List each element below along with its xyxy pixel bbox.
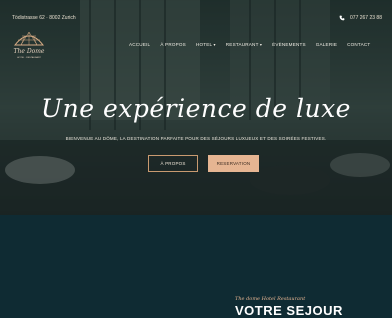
- phone-icon: [339, 15, 345, 21]
- nav-accueil[interactable]: ACCUEIL: [124, 42, 155, 47]
- nav-restaurant[interactable]: RESTAURANT: [221, 42, 267, 47]
- logo-subtitle: HOTEL · RESTAURANT: [17, 56, 41, 59]
- phone-link[interactable]: 077 267 23 88: [339, 15, 382, 21]
- dome-logo-icon: The Dome HOTEL · RESTAURANT: [14, 31, 45, 59]
- about-button[interactable]: À PROPOS: [148, 155, 198, 172]
- reservation-button[interactable]: RESERVATION: [208, 155, 259, 172]
- hero-subtitle: BIENVENUE AU DÔME, LA DESTINATION PARFAI…: [65, 136, 327, 141]
- nav-galerie[interactable]: GALERIE: [311, 42, 342, 47]
- logo[interactable]: The Dome HOTEL · RESTAURANT: [12, 29, 46, 61]
- section-tagline: The dome Hotel Restaurant: [235, 296, 306, 302]
- nav-contact[interactable]: CONTACT: [342, 42, 375, 47]
- nav-hotel[interactable]: HOTEL: [191, 42, 221, 47]
- top-bar: Tödistrasse 62 · 8002 Zurich 077 267 23 …: [0, 0, 392, 26]
- main-nav: ACCUEIL À PROPOS HOTEL RESTAURANT ÉVÈNEM…: [124, 42, 375, 47]
- nav-a-propos[interactable]: À PROPOS: [155, 42, 191, 47]
- hero-title: Une expérience de luxe: [41, 94, 351, 123]
- address-text: Tödistrasse 62 · 8002 Zurich: [12, 15, 76, 21]
- nav-evenements[interactable]: ÉVÈNEMENTS: [267, 42, 311, 47]
- section-background: [0, 215, 392, 316]
- phone-number: 077 267 23 88: [350, 15, 382, 21]
- logo-name: The Dome: [14, 48, 45, 55]
- hero-section: Tödistrasse 62 · 8002 Zurich 077 267 23 …: [0, 0, 392, 215]
